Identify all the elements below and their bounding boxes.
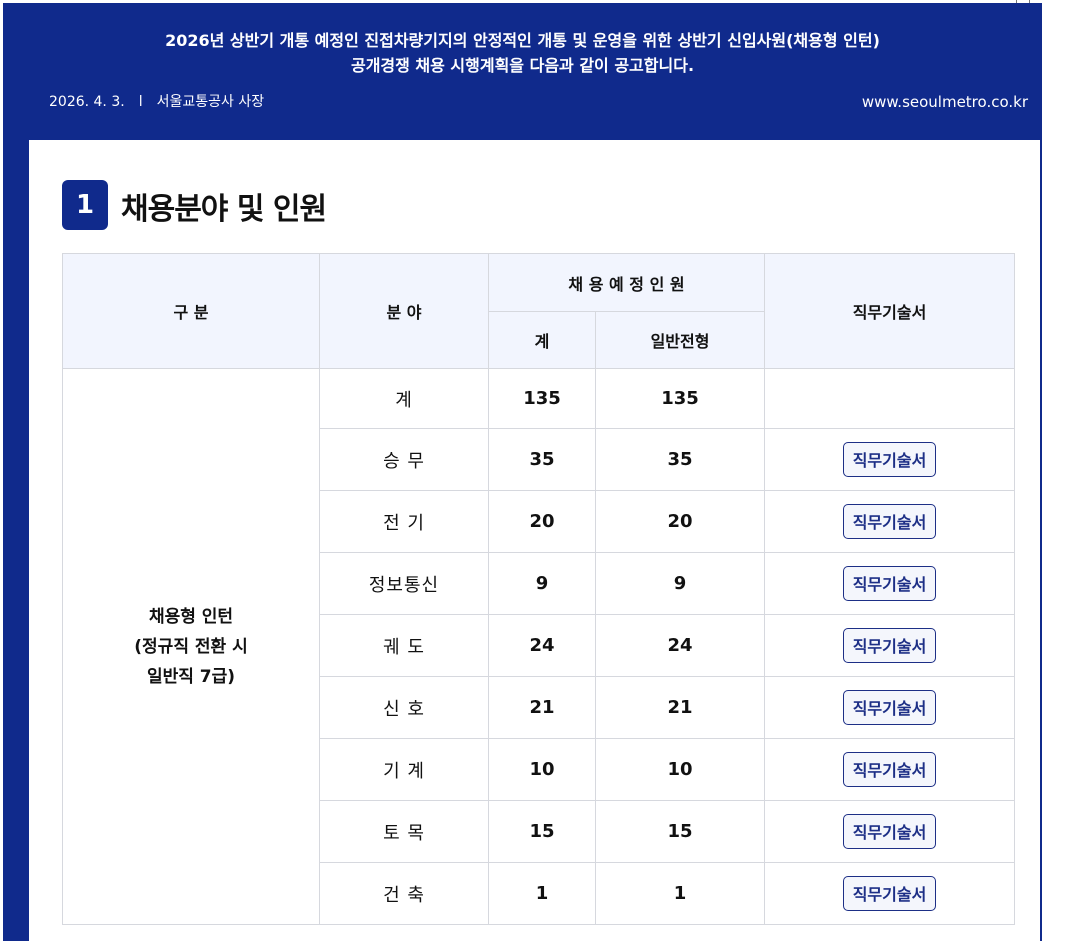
jobdoc-button[interactable]: 직무기술서 [842, 504, 937, 539]
general-cell: 21 [594, 676, 766, 739]
header-planned: 채 용 예 정 인 원 [487, 253, 766, 312]
notice-frame: 2026년 상반기 개통 예정인 진접차량기지의 안정적인 개통 및 운영을 위… [3, 3, 1042, 944]
group-line: (정규직 전환 시 [134, 636, 248, 657]
field-cell: 건 축 [319, 862, 489, 925]
header-general: 일반전형 [594, 311, 766, 369]
total-cell: 10 [488, 738, 596, 801]
field-cell: 승 무 [319, 428, 489, 491]
total-cell: 21 [488, 676, 596, 739]
jobdoc-button[interactable]: 직무기술서 [842, 752, 937, 787]
total-cell: 24 [488, 614, 596, 677]
field-cell: 토 목 [319, 800, 489, 863]
header-category: 구 분 [62, 253, 320, 369]
jobdoc-button[interactable]: 직무기술서 [842, 628, 937, 663]
field-cell: 기 계 [319, 738, 489, 801]
total-cell: 20 [488, 490, 596, 553]
jobdoc-cell: 직무기술서 [764, 738, 1016, 801]
jobdoc-cell [764, 368, 1016, 429]
group-line: 채용형 인턴 [148, 606, 234, 627]
jobdoc-button[interactable]: 직무기술서 [842, 690, 937, 725]
jobdoc-cell: 직무기술서 [764, 552, 1016, 615]
general-cell: 10 [594, 738, 766, 801]
jobdoc-cell: 직무기술서 [764, 614, 1016, 677]
notice-issuer: 서울교통공사 사장 [156, 94, 265, 110]
section-title: 채용분야 및 인원 [121, 192, 327, 227]
header-field: 분 야 [319, 253, 489, 369]
general-cell: 35 [594, 428, 766, 491]
section-number-badge: 1 [62, 180, 108, 230]
field-cell: 전 기 [319, 490, 489, 553]
field-cell: 계 [319, 368, 489, 429]
jobdoc-cell: 직무기술서 [764, 800, 1016, 863]
general-cell: 9 [594, 552, 766, 615]
total-cell: 15 [488, 800, 596, 863]
jobdoc-cell: 직무기술서 [764, 490, 1016, 553]
general-cell: 24 [594, 614, 766, 677]
content-panel: 1 채용분야 및 인원 구 분 분 야 채 용 예 정 인 원 직무기술서 계 [29, 140, 1040, 944]
general-cell: 20 [594, 490, 766, 553]
group-cell: 채용형 인턴 (정규직 전환 시 일반직 7급) [62, 368, 320, 925]
total-cell: 35 [488, 428, 596, 491]
jobdoc-button[interactable]: 직무기술서 [842, 566, 937, 601]
table-row: 채용형 인턴 (정규직 전환 시 일반직 7급) 계 135 135 [62, 368, 1016, 925]
meta-separator: l [138, 94, 143, 110]
total-cell: 135 [488, 368, 596, 429]
notice-date: 2026. 4. 3. [49, 94, 125, 110]
field-cell: 궤 도 [319, 614, 489, 677]
field-cell: 정보통신 [319, 552, 489, 615]
general-cell: 15 [594, 800, 766, 863]
header-total: 계 [488, 311, 596, 369]
jobdoc-cell: 직무기술서 [764, 428, 1016, 491]
site-url[interactable]: www.seoulmetro.co.kr [862, 93, 1028, 111]
jobdoc-button[interactable]: 직무기술서 [842, 876, 937, 911]
total-cell: 9 [488, 552, 596, 615]
general-cell: 1 [594, 862, 766, 925]
group-line: 일반직 7급) [146, 666, 236, 687]
jobdoc-button[interactable]: 직무기술서 [842, 814, 937, 849]
general-cell: 135 [594, 368, 766, 429]
notice-title-line1: 2026년 상반기 개통 예정인 진접차량기지의 안정적인 개통 및 운영을 위… [165, 31, 880, 50]
jobdoc-cell: 직무기술서 [764, 862, 1016, 925]
hiring-table: 구 분 분 야 채 용 예 정 인 원 직무기술서 계 일반전형 채용형 인턴 … [62, 253, 1016, 925]
total-cell: 1 [488, 862, 596, 925]
notice-title-line2: 공개경쟁 채용 시행계획을 다음과 같이 공고합니다. [350, 56, 695, 75]
jobdoc-button[interactable]: 직무기술서 [842, 442, 937, 477]
jobdoc-cell: 직무기술서 [764, 676, 1016, 739]
header-jobdoc: 직무기술서 [764, 253, 1016, 369]
notice-meta: 2026. 4. 3. l 서울교통공사 사장 [49, 91, 264, 111]
field-cell: 신 호 [319, 676, 489, 739]
